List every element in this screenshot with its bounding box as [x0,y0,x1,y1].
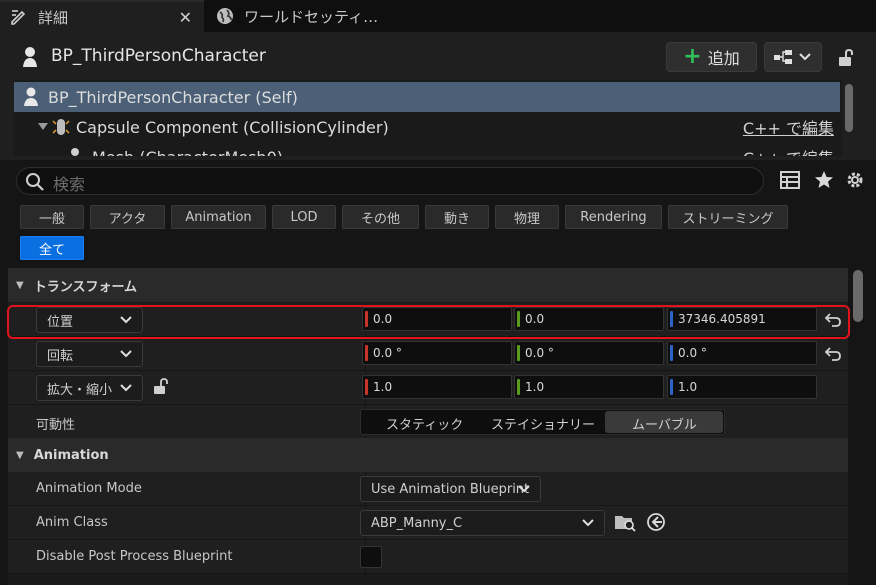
use-selected-asset-icon[interactable] [646,512,666,532]
tab-details-label: 詳細 [38,8,69,27]
disable-pp-checkbox[interactable] [360,546,382,568]
rotation-y-field[interactable]: 0.0 ° [514,341,664,365]
component-tree: BP_ThirdPersonCharacter (Self) Capsule C… [14,80,842,156]
section-transform[interactable]: ▼ トランスフォーム [8,268,848,302]
rotation-label: 回転 [47,348,74,364]
tab-world-settings-label: ワールドセッティ… [244,7,379,26]
edit-in-cpp-link[interactable]: C++ で編集 [743,145,834,156]
scale-y-field[interactable]: 1.0 [514,375,664,399]
property-row-rotation: 回転 0.0 ° 0.0 ° 0.0 ° [8,337,848,371]
mobility-toggle: スタティック ステイショナリー ムーバブル [360,409,725,435]
anim-class-dropdown[interactable]: ABP_Manny_C [360,510,605,536]
chevron-down-icon [799,53,811,61]
location-row-highlight [7,305,850,339]
anim-class-value: ABP_Manny_C [371,515,463,531]
gear-icon[interactable] [845,170,865,190]
tree-scrollbar[interactable] [845,84,853,132]
animation-mode-dropdown[interactable]: Use Animation Blueprint [360,476,541,502]
filter-rendering[interactable]: Rendering [565,205,662,229]
filter-animation[interactable]: Animation [171,205,266,229]
rotation-dropdown[interactable]: 回転 [36,341,143,367]
animation-mode-value: Use Animation Blueprint [371,481,530,497]
hierarchy-icon [774,50,792,64]
filter-physics[interactable]: 物理 [495,205,559,229]
globe-icon [214,5,236,27]
add-label: 追加 [707,49,740,68]
grid-view-icon[interactable] [780,170,800,190]
disable-pp-label: Disable Post Process Blueprint [36,549,233,564]
search-icon [26,173,44,191]
mobility-option-static[interactable]: スタティック [386,414,463,433]
mobility-option-stationary[interactable]: ステイショナリー [491,414,595,433]
filter-actor[interactable]: アクタ [90,205,165,229]
property-row-scale: 拡大・縮小 1.0 1.0 1.0 [8,371,848,405]
section-title: トランスフォーム [33,279,138,295]
tree-item-label: Capsule Component (CollisionCylinder) [76,117,389,137]
filter-misc[interactable]: その他 [342,205,419,229]
animation-mode-label: Animation Mode [36,481,142,496]
caret-down-icon[interactable] [38,123,48,131]
tree-item-label: BP_ThirdPersonCharacter (Self) [48,87,298,107]
scale-label: 拡大・縮小 [47,382,113,398]
reset-arrow-icon[interactable] [824,346,842,362]
property-row-disable-pp: Disable Post Process Blueprint [8,540,848,574]
search-input[interactable]: 検索 [16,167,764,195]
unlock-icon[interactable] [152,378,170,396]
scale-z-field[interactable]: 1.0 [667,375,817,399]
caret-down-icon: ▼ [16,449,24,461]
anim-class-label: Anim Class [36,515,108,530]
mobility-option-movable[interactable]: ムーバブル [632,414,697,433]
search-placeholder: 検索 [53,175,86,194]
tab-details[interactable]: 詳細 ✕ [0,0,204,32]
plus-icon: + [683,44,702,69]
details-scrollbar[interactable] [853,270,863,322]
filter-lod[interactable]: LOD [272,205,336,229]
person-icon [24,87,38,106]
chevron-down-icon [120,350,132,358]
tree-item-mesh[interactable]: Mesh (CharacterMesh0) C++ で編集 [14,142,840,156]
filter-general[interactable]: 一般 [20,205,84,229]
tab-bar: 詳細 ✕ ワールドセッティ… [0,0,876,32]
details-header: BP_ThirdPersonCharacter + 追加 BP_ThirdPer… [0,32,876,160]
actor-title: BP_ThirdPersonCharacter [51,46,266,66]
chevron-down-icon [582,519,594,527]
rotation-z-field[interactable]: 0.0 ° [667,341,817,365]
close-icon[interactable]: ✕ [179,8,192,27]
property-row-animation-mode: Animation Mode Use Animation Blueprint [8,472,848,506]
rotation-x-field[interactable]: 0.0 ° [362,341,512,365]
scale-dropdown[interactable]: 拡大・縮小 [36,375,143,401]
property-row-anim-class: Anim Class ABP_Manny_C [8,506,848,540]
pencil-icon [8,6,30,28]
property-row-mobility: 可動性 スタティック ステイショナリー ムーバブル [8,405,848,439]
edit-in-cpp-link[interactable]: C++ で編集 [743,115,834,139]
blueprint-options-button[interactable] [764,42,822,72]
chevron-down-icon [120,384,132,392]
scale-x-field[interactable]: 1.0 [362,375,512,399]
tab-world-settings[interactable]: ワールドセッティ… [206,0,406,32]
filter-movement[interactable]: 動き [425,205,489,229]
mobility-label: 可動性 [36,418,76,433]
tree-item-self[interactable]: BP_ThirdPersonCharacter (Self) [14,82,840,112]
add-component-button[interactable]: + 追加 [666,42,757,72]
filter-streaming[interactable]: ストリーミング [668,205,788,229]
caret-down-icon: ▼ [16,279,24,291]
capsule-icon [52,119,70,135]
chevron-down-icon [518,485,530,493]
mesh-icon [71,148,79,156]
title-row: BP_ThirdPersonCharacter + 追加 [0,40,876,74]
tree-item-capsule[interactable]: Capsule Component (CollisionCylinder) C+… [14,112,840,142]
lock-icon[interactable] [836,48,856,72]
section-animation[interactable]: ▼ Animation [8,438,848,472]
tree-item-label: Mesh (CharacterMesh0) [92,148,283,157]
filter-all[interactable]: 全て [20,236,84,260]
browse-folder-icon[interactable] [614,512,636,532]
star-icon[interactable] [814,170,834,190]
person-icon [20,46,40,72]
section-title: Animation [33,447,109,463]
